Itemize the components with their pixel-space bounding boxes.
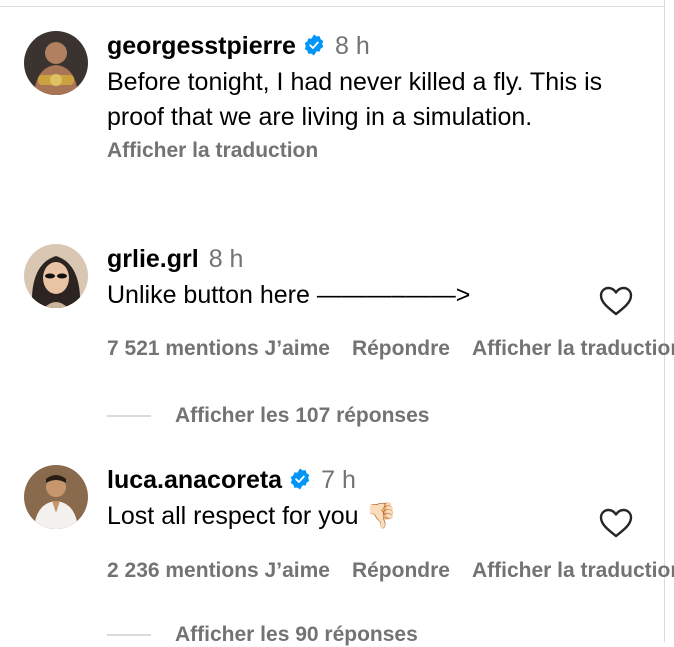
replies-divider (107, 415, 151, 418)
comment-actions: 2 236 mentions J’aime Répondre Afficher la… (107, 559, 674, 583)
translate-link[interactable]: Afficher la traduction (107, 137, 664, 165)
thumbs-down-emoji: 👎🏻 (365, 502, 397, 530)
likes-count[interactable]: 7 521 mentions J’aime (107, 337, 330, 360)
reply-button[interactable]: Répondre (352, 559, 450, 582)
avatar[interactable] (24, 465, 88, 529)
comment-text: Before tonight, I had never killed a fly… (107, 68, 603, 131)
translate-link[interactable]: Afficher la traduction (472, 337, 674, 360)
view-replies-label[interactable]: Afficher les 90 réponses (175, 623, 418, 646)
view-replies[interactable]: Afficher les 90 réponses (107, 623, 418, 647)
verified-badge-icon (303, 33, 325, 56)
like-heart-icon[interactable] (599, 286, 633, 316)
comment-georgesstpierre: georgesstpierre 8 h Before tonight, I had… (24, 31, 664, 211)
translate-link[interactable]: Afficher la traduction (472, 559, 674, 582)
view-replies-label[interactable]: Afficher les 107 réponses (175, 404, 429, 427)
top-divider (0, 6, 664, 7)
username[interactable]: luca.anacoreta (107, 466, 282, 494)
comment-luca-anacoreta: luca.anacoreta 7 h Lost all respect for y… (24, 465, 664, 605)
comment-text: Unlike button here ———–——> (107, 281, 471, 309)
comment-text-content: Lost all respect for you (107, 502, 359, 530)
like-heart-icon[interactable] (599, 508, 633, 538)
comment-actions: 7 521 mentions J’aime Répondre Afficher la… (107, 337, 674, 361)
timestamp[interactable]: 8 h (209, 245, 244, 273)
username[interactable]: georgesstpierre (107, 32, 296, 60)
likes-count[interactable]: 2 236 mentions J’aime (107, 559, 330, 582)
username[interactable]: grlie.grl (107, 245, 199, 273)
reply-button[interactable]: Répondre (352, 337, 450, 360)
avatar[interactable] (24, 31, 88, 95)
avatar[interactable] (24, 244, 88, 308)
timestamp[interactable]: 7 h (321, 466, 356, 494)
verified-badge-icon (289, 467, 311, 490)
view-replies[interactable]: Afficher les 107 réponses (107, 404, 429, 428)
timestamp[interactable]: 8 h (335, 32, 370, 60)
replies-divider (107, 634, 151, 637)
comment-text: Lost all respect for you 👎🏻 (107, 499, 664, 534)
comment-grlie-grl: grlie.grl 8 h Unlike button here ———–——> (24, 244, 664, 384)
scrollbar-track[interactable] (664, 0, 665, 642)
